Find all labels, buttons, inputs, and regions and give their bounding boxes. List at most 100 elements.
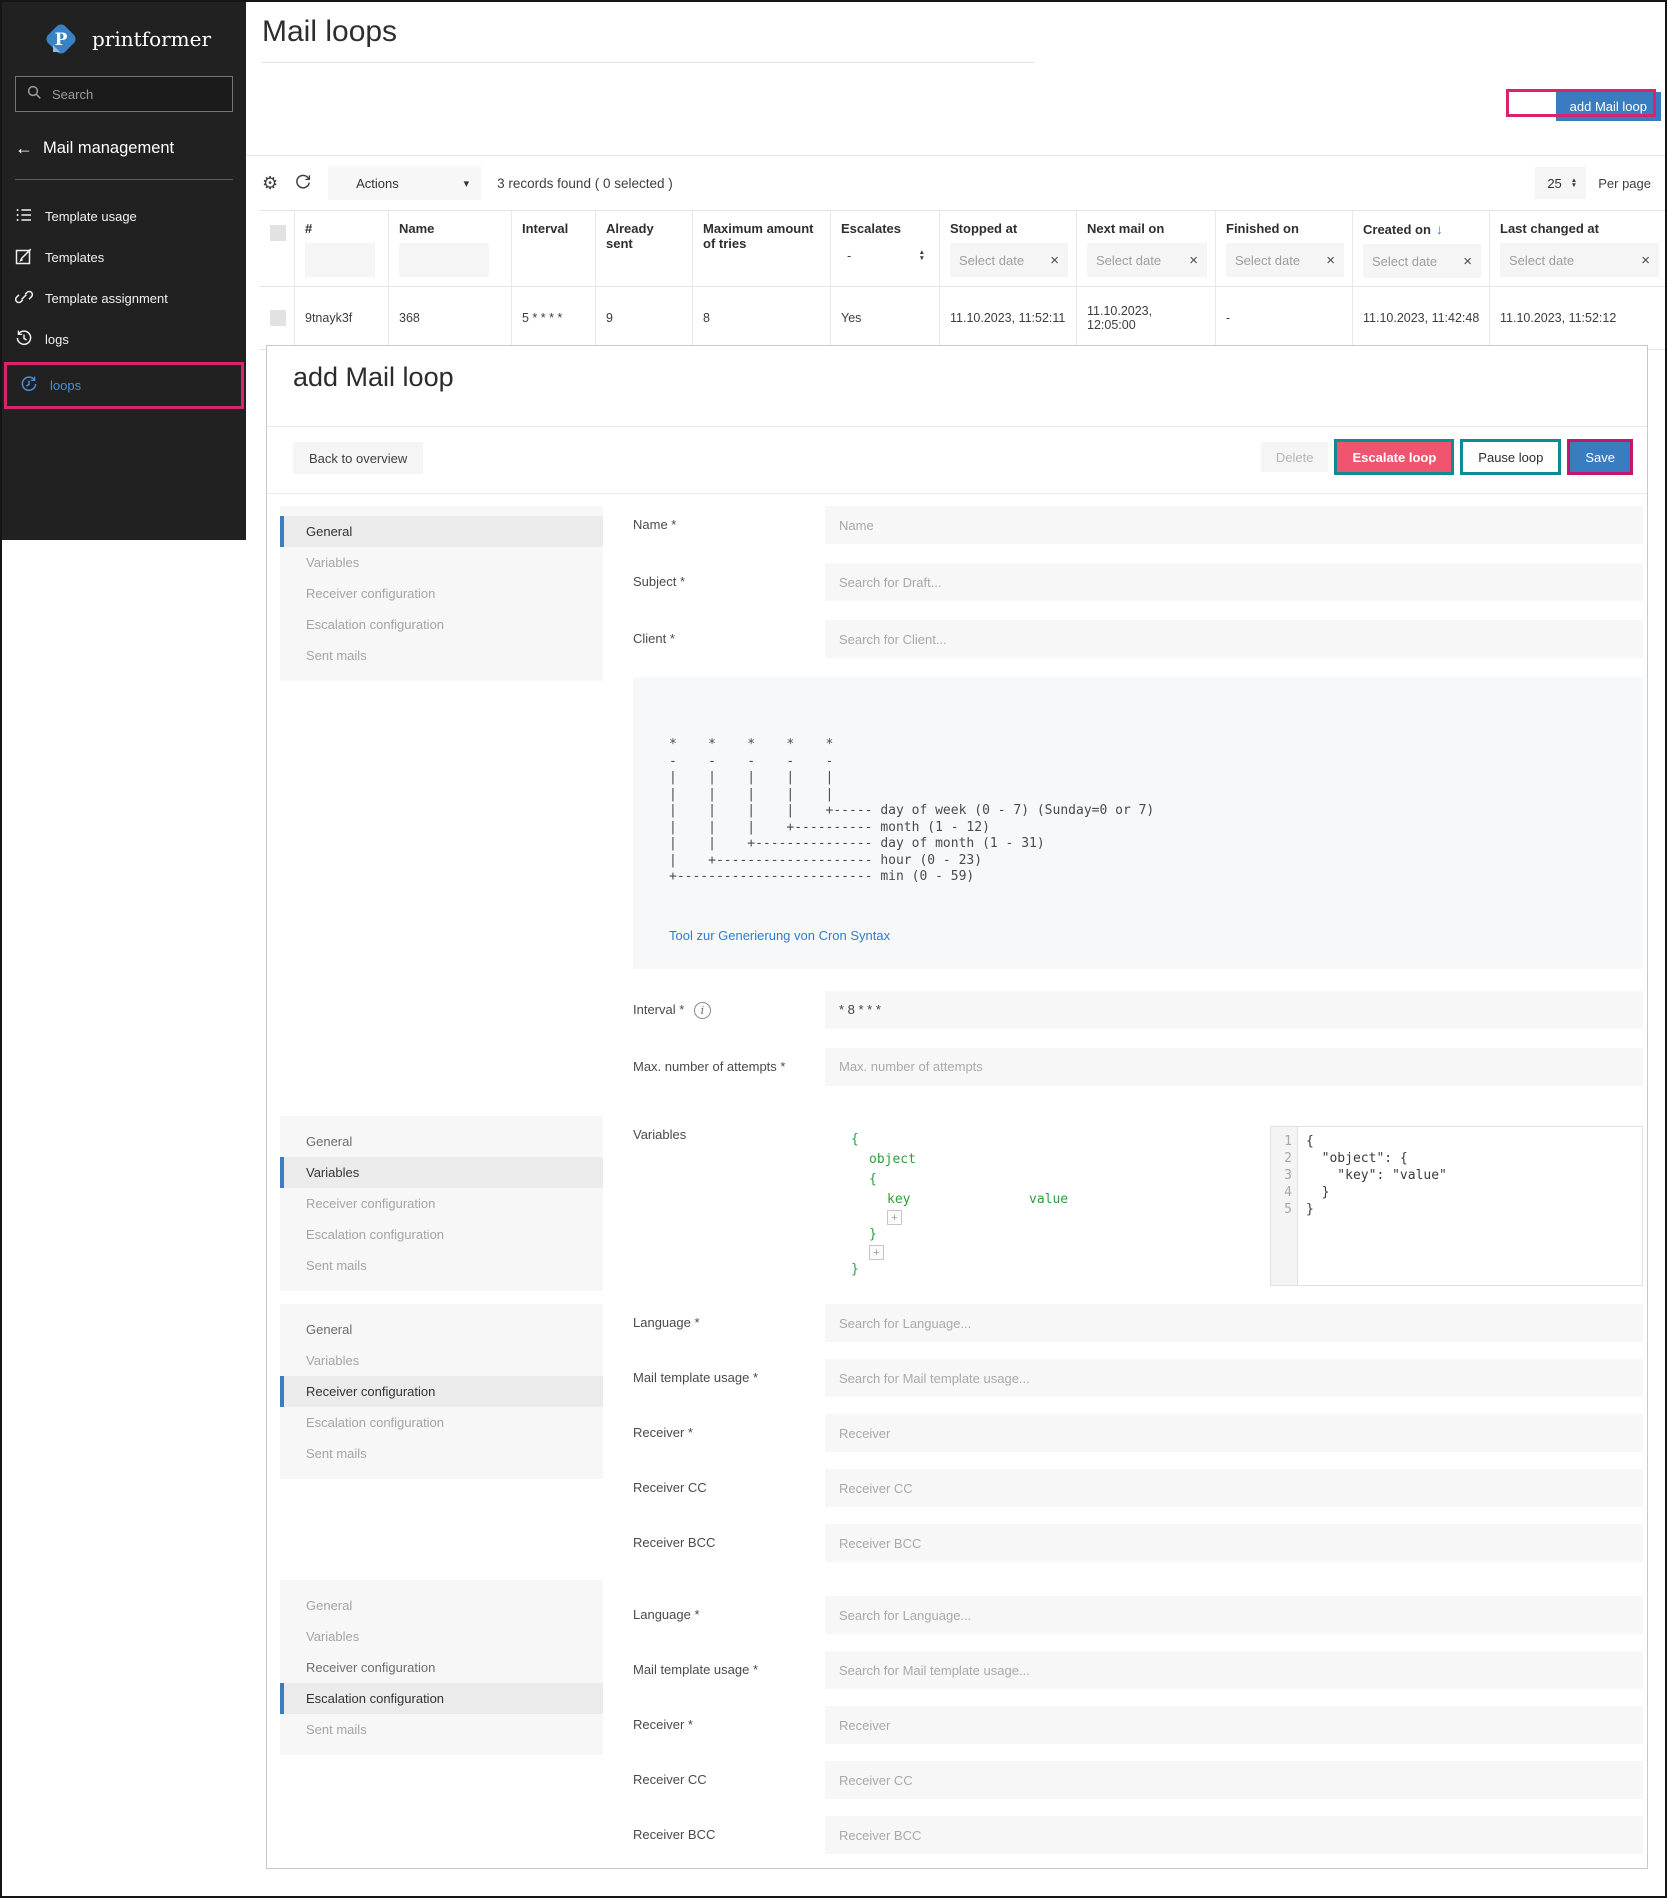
tree-key[interactable]: key [887, 1190, 1029, 1210]
modal-nav-general[interactable]: General [280, 1126, 603, 1157]
modal-nav-escalation-config[interactable]: Escalation configuration [280, 1683, 603, 1714]
modal-nav-variables[interactable]: Variables [280, 1157, 603, 1188]
cell-name[interactable]: 368 [389, 287, 512, 350]
receiver-bcc-field[interactable] [825, 1524, 1643, 1562]
gear-icon[interactable]: ⚙ [262, 174, 278, 192]
cell-escalates[interactable]: Yes [831, 287, 940, 350]
variables-json-preview: 1 2 3 4 5 { "object": { "key": "value" }… [1270, 1126, 1643, 1286]
modal-nav-receiver-config[interactable]: Receiver configuration [280, 1652, 603, 1683]
clear-icon[interactable]: × [1641, 252, 1650, 269]
select-arrows-icon: ▲▼ [919, 250, 925, 261]
cell-stopped-at[interactable]: 11.10.2023, 11:52:11 [940, 287, 1077, 350]
per-page-select[interactable]: 25 ▲▼ [1535, 167, 1586, 199]
last-changed-date-filter[interactable]: Select date × [1500, 243, 1659, 277]
modal-nav-general[interactable]: General [280, 1314, 603, 1345]
modal-nav-receiver-config[interactable]: Receiver configuration [280, 1188, 603, 1219]
cron-generator-link[interactable]: Tool zur Generierung von Cron Syntax [669, 928, 890, 943]
cell-last-changed[interactable]: 11.10.2023, 11:52:12 [1490, 287, 1667, 350]
escalation-form: Language * Mail template usage * Receive… [633, 1596, 1643, 1869]
mail-loops-table: # Name Interval Already sent Maximum amo… [259, 210, 1667, 350]
add-mail-loop-button[interactable]: add Mail loop [1556, 92, 1661, 121]
subject-field[interactable] [825, 563, 1643, 601]
receiver-field[interactable] [825, 1414, 1643, 1452]
back-arrow-icon[interactable]: ← [15, 138, 33, 159]
escalation-language-field[interactable] [825, 1596, 1643, 1634]
client-field[interactable] [825, 620, 1643, 658]
json-code[interactable]: { "object": { "key": "value" } } [1298, 1127, 1447, 1285]
select-all-checkbox[interactable] [270, 225, 286, 241]
stopped-at-date-filter[interactable]: Select date × [950, 243, 1068, 277]
sidebar-item-template-assignment[interactable]: Template assignment [2, 278, 246, 319]
cell-interval[interactable]: 5 * * * * [512, 287, 596, 350]
modal-nav-sent-mails[interactable]: Sent mails [280, 1438, 603, 1469]
search-input[interactable] [52, 87, 228, 102]
clear-icon[interactable]: × [1189, 252, 1198, 269]
modal-nav-receiver-config[interactable]: Receiver configuration [280, 1376, 603, 1407]
modal-nav-sent-mails[interactable]: Sent mails [280, 640, 603, 671]
finished-on-date-filter[interactable]: Select date × [1226, 243, 1344, 277]
language-field[interactable] [825, 1304, 1643, 1342]
refresh-icon[interactable] [294, 173, 312, 194]
delete-button[interactable]: Delete [1261, 442, 1329, 472]
pause-loop-button[interactable]: Pause loop [1463, 442, 1558, 472]
sidebar-item-templates[interactable]: Templates [2, 237, 246, 278]
sidebar-search[interactable] [15, 76, 233, 112]
modal-nav-variables[interactable]: Variables [280, 547, 603, 578]
mail-template-usage-field[interactable] [825, 1359, 1643, 1397]
escalation-receiver-cc-field[interactable] [825, 1761, 1643, 1799]
modal-nav-variables[interactable]: Variables [280, 1621, 603, 1652]
modal-nav-escalation-config[interactable]: Escalation configuration [280, 1219, 603, 1250]
info-icon[interactable]: i [694, 1002, 711, 1019]
cell-already-sent[interactable]: 9 [596, 287, 693, 350]
created-on-date-filter[interactable]: Select date × [1363, 244, 1481, 278]
sidebar-item-loops[interactable]: loops [7, 365, 241, 406]
interval-field[interactable] [825, 991, 1643, 1029]
sidebar-item-logs[interactable]: logs [2, 319, 246, 360]
actions-dropdown[interactable]: Actions ▾ [328, 166, 481, 200]
modal-nav-sent-mails[interactable]: Sent mails [280, 1714, 603, 1745]
add-variable-button[interactable]: + [887, 1210, 902, 1225]
next-mail-date-filter[interactable]: Select date × [1087, 243, 1207, 277]
modal-nav-escalation-config[interactable]: Escalation configuration [280, 1407, 603, 1438]
escalation-mail-template-usage-field[interactable] [825, 1651, 1643, 1689]
escalation-receiver-field[interactable] [825, 1706, 1643, 1744]
row-checkbox-cell [259, 287, 295, 350]
sidebar-item-template-usage[interactable]: Template usage [2, 196, 246, 237]
modal-nav-escalation-config[interactable]: Escalation configuration [280, 609, 603, 640]
tree-value[interactable]: value [1029, 1190, 1068, 1210]
name-filter-input[interactable] [399, 243, 489, 277]
receiver-bcc-label: Receiver BCC [633, 1816, 825, 1854]
escalation-receiver-bcc-field[interactable] [825, 1816, 1643, 1854]
escalate-loop-button[interactable]: Escalate loop [1337, 442, 1451, 472]
cell-created-on[interactable]: 11.10.2023, 11:42:48 [1353, 287, 1490, 350]
escalates-filter-select[interactable]: - ▲▼ [841, 248, 933, 263]
max-attempts-field[interactable] [825, 1048, 1643, 1086]
modal-nav-variables[interactable]: Variables [280, 1345, 603, 1376]
section-escalation-configuration: General Variables Receiver configuration… [280, 1580, 1643, 1869]
language-label: Language * [633, 1304, 825, 1342]
variables-form: Variables { object { key value [633, 1116, 1643, 1305]
id-filter-input[interactable] [305, 243, 375, 277]
modal-nav-receiver-config[interactable]: Receiver configuration [280, 578, 603, 609]
back-to-overview-button[interactable]: Back to overview [293, 442, 423, 474]
cell-next-mail: 11.10.2023, 12:05:00 [1077, 287, 1216, 350]
modal-nav-general[interactable]: General [280, 1590, 603, 1621]
sort-desc-icon[interactable]: ↓ [1436, 221, 1443, 237]
tree-object-key[interactable]: object [851, 1150, 1270, 1170]
row-checkbox[interactable] [270, 310, 286, 326]
add-object-button[interactable]: + [869, 1245, 884, 1260]
cell-finished-on[interactable]: - [1216, 287, 1353, 350]
modal-nav-sent-mails[interactable]: Sent mails [280, 1250, 603, 1281]
name-field[interactable] [825, 506, 1643, 544]
receiver-cc-field[interactable] [825, 1469, 1643, 1507]
save-button[interactable]: Save [1570, 442, 1630, 472]
clear-icon[interactable]: × [1326, 252, 1335, 269]
clear-icon[interactable]: × [1463, 253, 1472, 270]
clear-icon[interactable]: × [1050, 252, 1059, 269]
cell-max-tries[interactable]: 8 [693, 287, 831, 350]
sidebar-item-label: loops [50, 378, 81, 393]
section-title: Mail management [43, 139, 174, 158]
cell-id[interactable]: 9tnayk3f [295, 287, 389, 350]
sidebar-section-header[interactable]: ← Mail management [2, 112, 246, 159]
modal-nav-general[interactable]: General [280, 516, 603, 547]
